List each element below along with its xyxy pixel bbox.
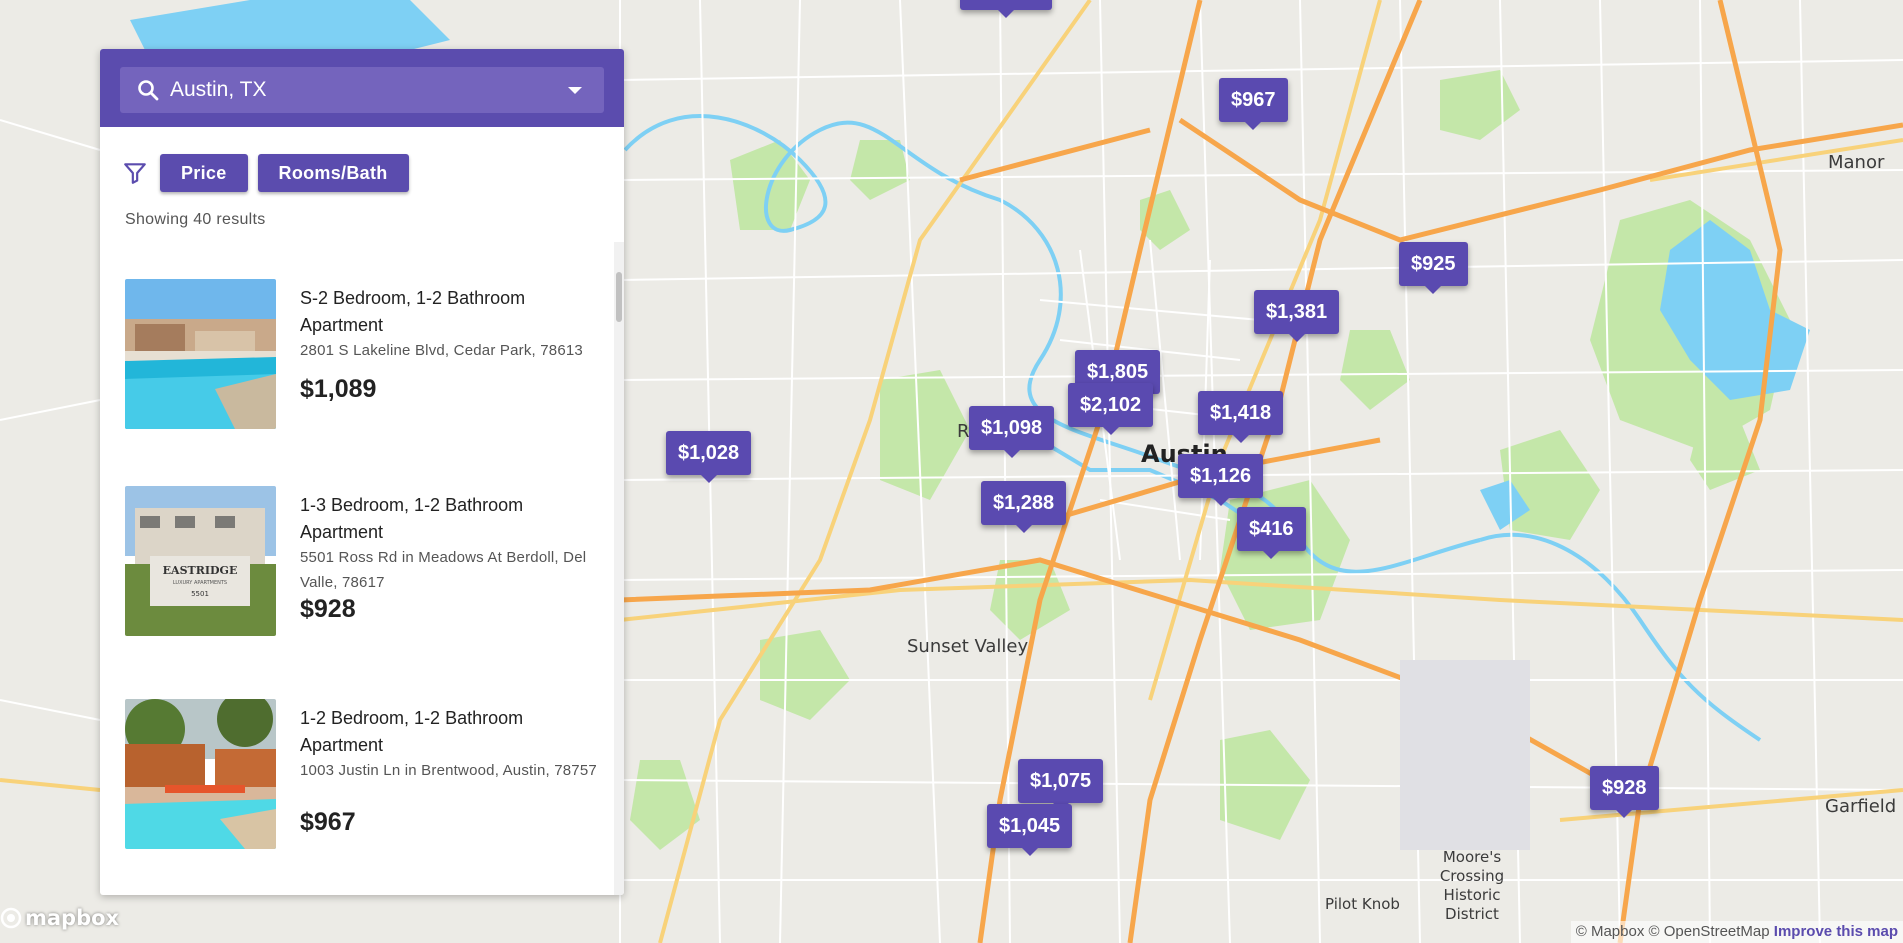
listing-address: 5501 Ross Rd in Meadows At Berdoll, Del … (300, 549, 587, 591)
price-marker[interactable]: $1,098 (969, 406, 1055, 458)
price-marker[interactable]: $416 (1237, 507, 1306, 559)
search-icon (138, 80, 159, 101)
search-panel: Austin, TX Price Rooms/Bath Showing 40 r… (100, 49, 624, 895)
listing-photo[interactable] (125, 279, 276, 429)
price-marker[interactable]: $1,075 (1018, 759, 1104, 811)
search-value: Austin, TX (170, 78, 267, 101)
price-marker[interactable]: $967 (1219, 78, 1288, 130)
listing-card[interactable]: EASTRIDGE LUXURY APARTMENTS 5501 1-3 Bed… (125, 486, 595, 636)
dropdown-caret-icon[interactable] (568, 87, 582, 94)
results-scrollbar[interactable] (614, 242, 624, 895)
mapbox-attribution-link[interactable]: © Mapbox (1576, 923, 1645, 940)
map-label-moores-crossing: Moore's Crossing Historic District (1439, 848, 1505, 923)
price-marker[interactable]: $1,418 (1198, 391, 1284, 443)
listing-title: S-2 Bedroom, 1-2 Bathroom Apartment (300, 288, 526, 335)
listing-address: 2801 S Lakeline Blvd, Cedar Park, 78613 (300, 342, 583, 359)
price-marker[interactable]: $928 (1590, 766, 1659, 818)
filter-bar: Price Rooms/Bath (122, 154, 409, 192)
price-marker[interactable]: $1,045 (987, 804, 1073, 856)
listing-price: $928 (300, 595, 356, 623)
search-input[interactable]: Austin, TX (120, 67, 604, 113)
scrollbar-thumb[interactable] (616, 272, 622, 322)
map-attribution: © Mapbox © OpenStreetMap Improve this ma… (1570, 921, 1903, 943)
improve-map-link[interactable]: Improve this map (1774, 923, 1898, 940)
osm-attribution-link[interactable]: © OpenStreetMap (1649, 923, 1770, 940)
sign-subtext: LUXURY APARTMENTS (173, 580, 227, 586)
listing-photo[interactable] (125, 699, 276, 849)
listing-address: 1003 Justin Ln in Brentwood, Austin, 787… (300, 762, 597, 779)
listing-price: $967 (300, 808, 356, 836)
map-label-r: R (957, 421, 970, 442)
listing-title: 1-2 Bedroom, 1-2 Bathroom Apartment (300, 708, 524, 755)
listing-photo[interactable]: EASTRIDGE LUXURY APARTMENTS 5501 (125, 486, 276, 636)
listing-price: $1,089 (300, 375, 377, 403)
map-label-manor: Manor (1828, 152, 1885, 173)
map-label-sunset-valley: Sunset Valley (907, 636, 1029, 657)
price-marker[interactable]: $1,126 (1178, 454, 1264, 506)
map-label-garfield: Garfield (1825, 796, 1897, 817)
mapbox-logo[interactable]: mapbox (0, 906, 119, 930)
mapbox-icon (0, 907, 22, 929)
price-marker[interactable]: $925 (1399, 242, 1468, 294)
listing-card[interactable]: 1-2 Bedroom, 1-2 Bathroom Apartment 1003… (125, 699, 597, 849)
panel-header: Austin, TX (100, 49, 624, 127)
rooms-bath-filter-button[interactable]: Rooms/Bath (257, 154, 409, 192)
map-label-pilot-knob: Pilot Knob (1325, 895, 1400, 913)
listing-card[interactable]: S-2 Bedroom, 1-2 Bathroom Apartment 2801… (125, 279, 595, 429)
mapbox-logo-text: mapbox (25, 906, 120, 930)
price-marker[interactable]: $1,381 (1254, 290, 1340, 342)
filter-icon[interactable] (122, 160, 148, 186)
listing-title: 1-3 Bedroom, 1-2 Bathroom Apartment (300, 495, 524, 542)
price-marker[interactable]: $1,288 (981, 481, 1067, 533)
sign-text: EASTRIDGE (163, 564, 238, 577)
results-count: Showing 40 results (125, 211, 266, 228)
price-filter-button[interactable]: Price (160, 154, 248, 192)
price-marker[interactable]: $2,102 (1068, 383, 1154, 435)
price-marker-partial[interactable] (960, 0, 1052, 18)
sign-number: 5501 (191, 590, 209, 598)
price-marker[interactable]: $1,028 (666, 431, 752, 483)
